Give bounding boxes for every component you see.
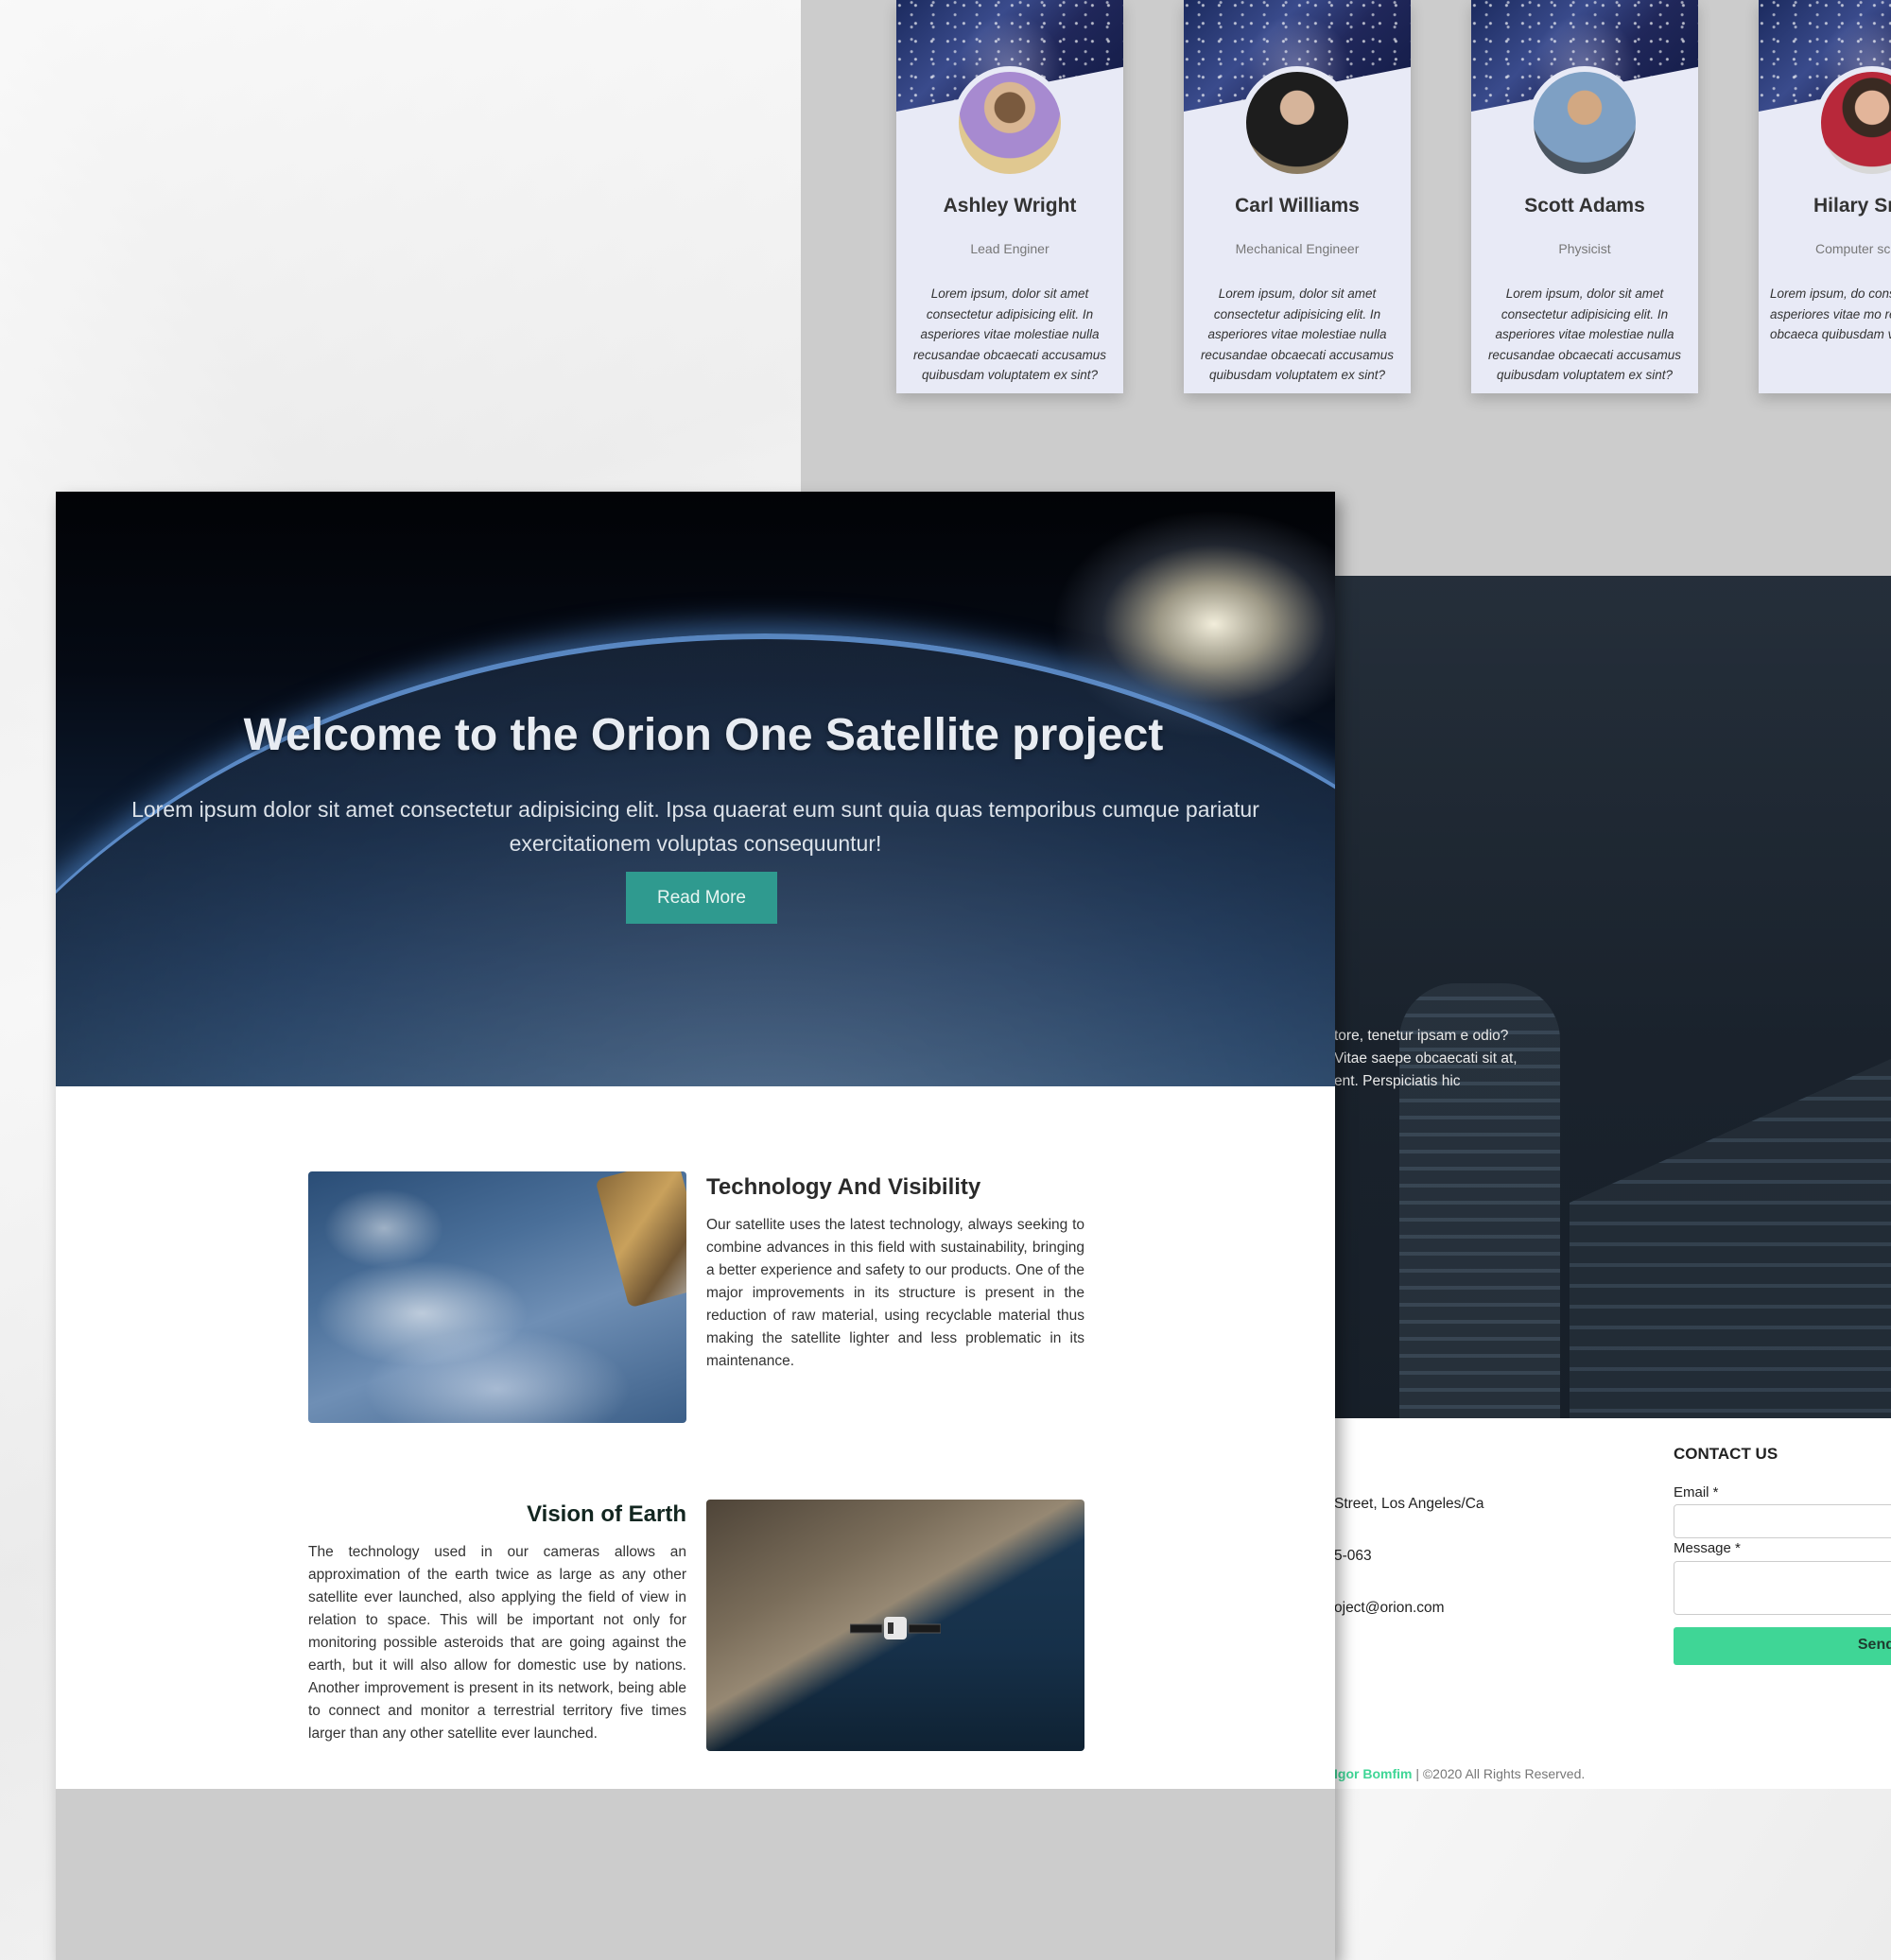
feature-text: The technology used in our cameras allow… <box>308 1544 686 1742</box>
member-role: Mechanical Engineer <box>1235 241 1360 256</box>
member-bio: Lorem ipsum, dolor sit amet consectetur … <box>912 286 1107 382</box>
footer-rights: | ©2020 All Rights Reserved. <box>1412 1766 1586 1781</box>
member-bio: Lorem ipsum, dolor sit amet consectetur … <box>1487 286 1682 382</box>
member-name: Ashley Wright <box>943 195 1077 217</box>
message-label: Message * <box>1674 1540 1741 1556</box>
hero-subtitle: Lorem ipsum dolor sit amet consectetur a… <box>131 797 1259 856</box>
feature-title: Technology And Visibility <box>706 1174 981 1200</box>
satellite-image <box>595 1171 686 1309</box>
contact-phone: 5-063 <box>1334 1548 1372 1564</box>
email-field[interactable] <box>1674 1504 1891 1538</box>
satellite-icon <box>850 1617 941 1639</box>
contact-address: Street, Los Angeles/Ca <box>1334 1496 1484 1512</box>
read-more-button[interactable]: Read More <box>626 872 777 924</box>
member-role: Lead Enginer <box>970 241 1050 256</box>
main-page-screenshot: Welcome to the Orion One Satellite proje… <box>56 492 1335 1960</box>
footer: Igor Bomfim | ©2020 All Rights Reserved. <box>1334 1766 1585 1781</box>
send-button[interactable]: Send <box>1674 1627 1891 1665</box>
member-name: Carl Williams <box>1235 195 1360 217</box>
about-text: tore, tenetur ipsam e odio? Vitae saepe … <box>1334 1028 1518 1089</box>
team-card: Carl Williams Mechanical Engineer Lorem … <box>1184 0 1411 393</box>
contact-title: CONTACT US <box>1674 1445 1778 1463</box>
main-page-bottom <box>56 1789 1335 1960</box>
hero-title: Welcome to the Orion One Satellite proje… <box>243 710 1164 760</box>
member-bio: Lorem ipsum, dolor sit amet consectetur … <box>1200 286 1395 382</box>
message-field[interactable] <box>1674 1561 1891 1615</box>
contact-email: oject@orion.com <box>1334 1600 1445 1616</box>
member-role: Physicist <box>1558 241 1611 256</box>
avatar <box>1240 66 1354 180</box>
member-name: Scott Adams <box>1524 195 1645 217</box>
feature-text: Our satellite uses the latest technology… <box>706 1217 1084 1369</box>
hero-section: Welcome to the Orion One Satellite proje… <box>56 492 1335 1086</box>
team-card: Hilary Sr Computer sc Lorem ipsum, do co… <box>1759 0 1891 393</box>
member-name: Hilary Sr <box>1813 195 1891 217</box>
avatar <box>953 66 1067 180</box>
earth-from-space-image <box>308 1171 686 1423</box>
avatar <box>1528 66 1641 180</box>
email-label: Email * <box>1674 1484 1719 1500</box>
team-card: Scott Adams Physicist Lorem ipsum, dolor… <box>1471 0 1698 393</box>
member-bio: Lorem ipsum, do consectetur adipis asper… <box>1770 286 1891 341</box>
footer-author-link[interactable]: Igor Bomfim <box>1334 1766 1412 1781</box>
feature-title: Vision of Earth <box>527 1501 686 1527</box>
member-role: Computer sc <box>1815 241 1891 256</box>
team-card: Ashley Wright Lead Enginer Lorem ipsum, … <box>896 0 1123 393</box>
coastline-satellite-image <box>706 1500 1084 1751</box>
